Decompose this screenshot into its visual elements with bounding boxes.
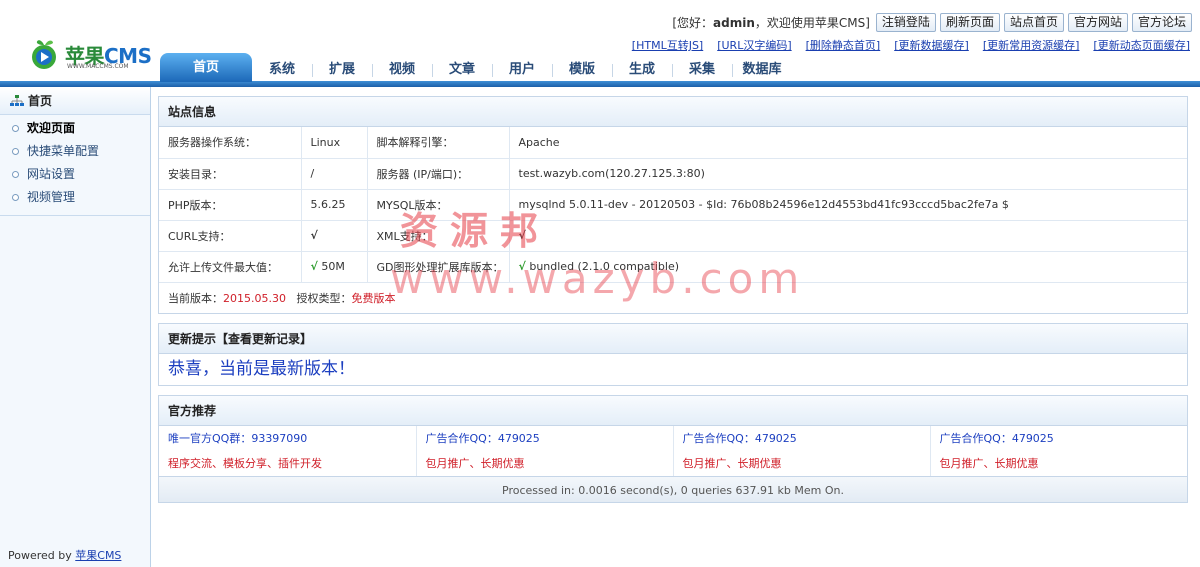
sidebar: 首页 欢迎页面 快捷菜单配置 网站设置 视频管理 Powered by 苹果CM… bbox=[0, 87, 151, 567]
update-data-cache-link[interactable]: [更新数据缓存] bbox=[894, 37, 969, 53]
update-title: 更新提示【查看更新记录】 bbox=[159, 324, 1187, 354]
nav-template[interactable]: 模版 bbox=[552, 58, 612, 82]
recommend-qq[interactable]: 唯一官方QQ群：93397090 bbox=[168, 426, 416, 451]
info-label: 服务器操作系统： bbox=[159, 127, 302, 159]
processed-info: Processed in: 0.0016 second(s), 0 querie… bbox=[158, 476, 1188, 503]
upload-label: 允许上传文件最大值： bbox=[159, 251, 302, 283]
nav-extend[interactable]: 扩展 bbox=[312, 58, 372, 82]
nav-system[interactable]: 系统 bbox=[252, 58, 312, 82]
recommend-desc: 包月推广、长期优惠 bbox=[682, 457, 782, 470]
html-js-link[interactable]: [HTML互转JS] bbox=[632, 37, 703, 53]
delete-static-home-link[interactable]: [删除静态首页] bbox=[806, 37, 881, 53]
recommend-panel: 官方推荐 唯一官方QQ群：93397090 程序交流、模板分享、插件开发 广告合作… bbox=[158, 395, 1188, 477]
sidebar-item-welcome[interactable]: 欢迎页面 bbox=[0, 117, 150, 140]
recommend-qq[interactable]: 广告合作QQ：479025 bbox=[940, 426, 1188, 451]
recommend-cell: 广告合作QQ：479025 包月推广、长期优惠 bbox=[930, 426, 1187, 476]
upload-value: √ 50M bbox=[301, 251, 368, 283]
update-dynamic-cache-link[interactable]: [更新动态页面缓存] bbox=[1093, 37, 1190, 53]
info-label: PHP版本： bbox=[159, 189, 302, 221]
info-value: Linux bbox=[301, 127, 368, 159]
topbar: [您好：admin，欢迎使用苹果CMS] 注销登陆 刷新页面 站点首页 官方网站… bbox=[672, 13, 1192, 32]
refresh-button[interactable]: 刷新页面 bbox=[939, 13, 1000, 32]
license-value: 免费版本 bbox=[351, 291, 396, 305]
nav-database[interactable]: 数据库 bbox=[732, 58, 792, 82]
info-label: 服务器 (IP/端口)： bbox=[367, 158, 510, 190]
recommend-cell: 广告合作QQ：479025 包月推广、长期优惠 bbox=[416, 426, 674, 476]
url-encode-link[interactable]: [URL汉字编码] bbox=[717, 37, 791, 53]
info-value: Apache bbox=[509, 127, 1187, 159]
sidebar-header: 首页 bbox=[0, 87, 150, 115]
sidebar-menu: 欢迎页面 快捷菜单配置 网站设置 视频管理 bbox=[0, 115, 150, 216]
update-message: 恭喜，当前是最新版本！ bbox=[168, 359, 355, 379]
recommend-qq[interactable]: 广告合作QQ：479025 bbox=[426, 426, 673, 451]
recommend-cell: 广告合作QQ：479025 包月推广、长期优惠 bbox=[673, 426, 931, 476]
table-row: 服务器操作系统： Linux 脚本解释引擎： Apache bbox=[159, 127, 1187, 159]
header: 苹果CMS WWW.MACCMS.COM [您好：admin，欢迎使用苹果CMS… bbox=[0, 0, 1200, 87]
info-value: test.wazyb.com(120.27.125.3:80) bbox=[509, 158, 1187, 190]
sidebar-title: 首页 bbox=[28, 93, 53, 108]
view-update-log-link[interactable]: 【查看更新记录】 bbox=[216, 332, 312, 346]
info-value: 5.6.25 bbox=[301, 189, 368, 221]
site-home-button[interactable]: 站点首页 bbox=[1003, 13, 1064, 32]
curl-label: CURL支持： bbox=[159, 220, 302, 252]
info-value: mysqlnd 5.0.11-dev - 20120503 - $Id: 76b… bbox=[509, 189, 1187, 221]
table-row: PHP版本： 5.6.25 MYSQL版本： mysqlnd 5.0.11-de… bbox=[159, 189, 1187, 221]
sidebar-item-video-manage[interactable]: 视频管理 bbox=[0, 186, 150, 209]
powered-by: Powered by 苹果CMS bbox=[8, 549, 122, 562]
update-panel: 更新提示【查看更新记录】 恭喜，当前是最新版本！ bbox=[158, 323, 1188, 386]
table-row: CURL支持： √ XML支持： √ bbox=[159, 220, 1187, 252]
nav-article[interactable]: 文章 bbox=[432, 58, 492, 82]
watermark-cn: 资源邦 bbox=[400, 208, 551, 253]
nav-collect[interactable]: 采集 bbox=[672, 58, 732, 82]
sidebar-item-shortcut-config[interactable]: 快捷菜单配置 bbox=[0, 140, 150, 163]
info-value: / bbox=[301, 158, 368, 190]
greeting: [您好：admin，欢迎使用苹果CMS] bbox=[672, 16, 870, 30]
nav-home[interactable]: 首页 bbox=[160, 53, 252, 82]
sidebar-item-site-settings[interactable]: 网站设置 bbox=[0, 163, 150, 186]
recommend-qq[interactable]: 广告合作QQ：479025 bbox=[683, 426, 930, 451]
logout-button[interactable]: 注销登陆 bbox=[875, 13, 936, 32]
official-forum-button[interactable]: 官方论坛 bbox=[1131, 13, 1192, 32]
main-nav: 首页 系统 扩展 视频 文章 用户 模版 生成 采集 数据库 bbox=[0, 53, 1200, 87]
version-value: 2015.05.30 bbox=[223, 291, 286, 305]
quick-links: [HTML互转JS] [URL汉字编码] [删除静态首页] [更新数据缓存] [… bbox=[632, 37, 1190, 53]
recommend-table: 唯一官方QQ群：93397090 程序交流、模板分享、插件开发 广告合作QQ：47… bbox=[159, 426, 1187, 476]
recommend-title: 官方推荐 bbox=[159, 396, 1187, 426]
official-site-button[interactable]: 官方网站 bbox=[1067, 13, 1128, 32]
tree-icon bbox=[10, 94, 24, 106]
nav-video[interactable]: 视频 bbox=[372, 58, 432, 82]
update-common-cache-link[interactable]: [更新常用资源缓存] bbox=[983, 37, 1080, 53]
nav-user[interactable]: 用户 bbox=[492, 58, 552, 82]
info-label: 安装目录： bbox=[159, 158, 302, 190]
site-info-title: 站点信息 bbox=[159, 97, 1187, 127]
recommend-cell: 唯一官方QQ群：93397090 程序交流、模板分享、插件开发 bbox=[159, 426, 417, 476]
check-icon: √ bbox=[310, 260, 318, 273]
recommend-desc: 包月推广、长期优惠 bbox=[425, 457, 525, 470]
powered-by-link[interactable]: 苹果CMS bbox=[75, 549, 121, 562]
check-icon: √ bbox=[301, 220, 368, 252]
watermark-url: www.wazyb.com bbox=[390, 254, 805, 303]
recommend-desc: 程序交流、模板分享、插件开发 bbox=[168, 457, 322, 470]
nav-generate[interactable]: 生成 bbox=[612, 58, 672, 82]
table-row: 安装目录： / 服务器 (IP/端口)： test.wazyb.com(120.… bbox=[159, 158, 1187, 190]
check-icon: √ bbox=[509, 220, 1187, 252]
recommend-desc: 包月推广、长期优惠 bbox=[939, 457, 1039, 470]
info-label: 脚本解释引擎： bbox=[367, 127, 510, 159]
